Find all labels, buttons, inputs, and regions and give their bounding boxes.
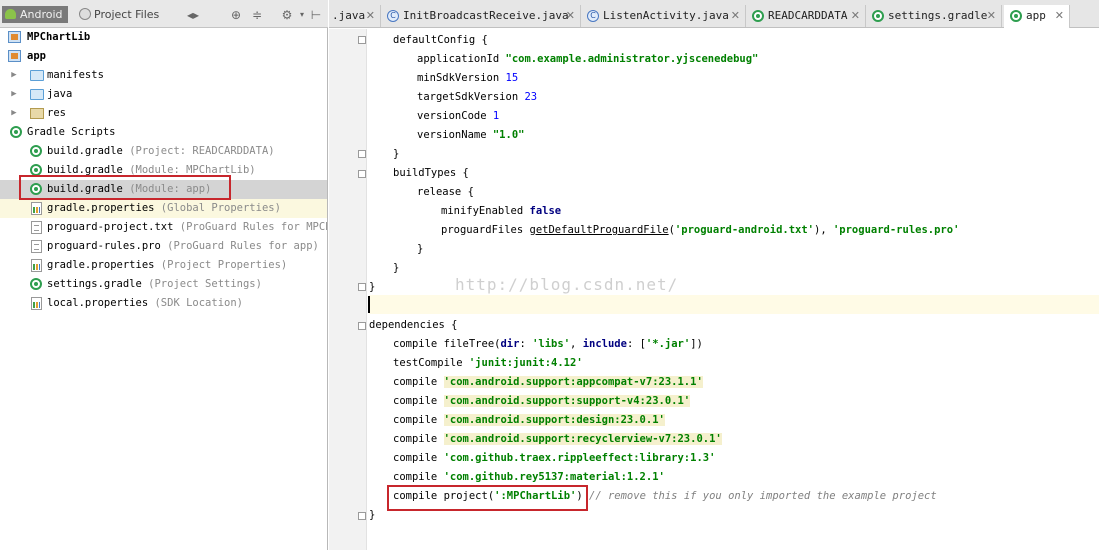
fold-marker-icon[interactable] (358, 150, 366, 158)
tree-item-local-properties[interactable]: local.properties (SDK Location) (0, 294, 327, 313)
folder-icon (30, 70, 44, 81)
fold-marker-icon[interactable] (358, 512, 366, 520)
close-icon[interactable]: ✕ (1055, 5, 1064, 27)
expand-arrow-icon[interactable]: ▶ (9, 104, 19, 123)
gradle-icon (10, 126, 22, 138)
code-line: } (369, 509, 376, 521)
tab-listen-activity[interactable]: C ListenActivity.java ✕ (581, 5, 746, 27)
tree-item-proguard-project[interactable]: proguard-project.txt (ProGuard Rules for… (0, 218, 327, 237)
code-line: versionName "1.0" (417, 129, 525, 141)
tree-item-res[interactable]: ▶ res (0, 104, 327, 123)
fold-marker-icon[interactable] (358, 283, 366, 291)
code-line: testCompile 'junit:junit:4.12' (393, 357, 583, 369)
code-line: } (393, 262, 400, 274)
gradle-icon (752, 10, 764, 22)
gear-icon[interactable]: ⚙ (280, 8, 294, 22)
project-panel: Android Project Files ◂▸ ⊕ ≑ ⚙ ▾ ⊢ MPCha… (0, 0, 328, 550)
res-folder-icon (30, 108, 44, 119)
code-line: proguardFiles getDefaultProguardFile('pr… (441, 224, 960, 236)
code-line: compile 'com.github.traex.rippleeffect:l… (393, 452, 716, 464)
tree-item-gradle-properties-project[interactable]: gradle.properties (Project Properties) (0, 256, 327, 275)
tree-item-mpchartlib[interactable]: MPChartLib (0, 28, 327, 47)
tab-init-broadcast-receive[interactable]: C InitBroadcastReceive.java ✕ (381, 5, 581, 27)
code-line: targetSdkVersion 23 (417, 91, 538, 103)
code-line: compile 'com.android.support:support-v4:… (393, 395, 691, 407)
expand-arrow-icon[interactable]: ▶ (9, 66, 19, 85)
file-icon (31, 221, 42, 234)
close-icon[interactable]: ✕ (851, 5, 860, 27)
current-line-highlight (369, 295, 1099, 314)
highlight-box (387, 485, 588, 511)
collapse-icon[interactable]: ≑ (250, 8, 264, 22)
tab-app[interactable]: app ✕ (1004, 5, 1070, 28)
code-editor[interactable]: http://blog.csdn.net/ defaultConfig { ap… (329, 29, 1099, 550)
code-line: minifyEnabled false (441, 205, 562, 217)
module-icon (8, 31, 21, 43)
tree-item-build-gradle-project[interactable]: build.gradle (Project: READCARDDATA) (0, 142, 327, 161)
text-caret (368, 296, 370, 313)
fold-marker-icon[interactable] (358, 322, 366, 330)
android-icon (5, 9, 16, 19)
gradle-icon (30, 145, 42, 157)
code-line: compile 'com.android.support:appcompat-v… (393, 376, 703, 388)
editor-tab-bar: .java ✕ C InitBroadcastReceive.java ✕ C … (329, 0, 1099, 28)
code-line: compile 'com.android.support:recyclervie… (393, 433, 722, 445)
file-icon (31, 240, 42, 253)
highlight-box (19, 175, 231, 200)
code-line: minSdkVersion 15 (417, 72, 519, 84)
properties-icon (31, 297, 42, 310)
close-icon[interactable]: ✕ (987, 5, 996, 27)
properties-icon (31, 259, 42, 272)
target-icon[interactable]: ⊕ (229, 8, 243, 22)
tree-item-java[interactable]: ▶ java (0, 85, 327, 104)
tree-item-manifests[interactable]: ▶ manifests (0, 66, 327, 85)
tab-android[interactable]: Android (2, 6, 68, 23)
close-icon[interactable]: ✕ (566, 5, 575, 27)
properties-icon (31, 202, 42, 215)
editor-gutter (329, 29, 367, 550)
tree-item-gradle-properties-global[interactable]: gradle.properties (Global Properties) (0, 199, 327, 218)
code-line: compile 'com.android.support:design:23.0… (393, 414, 665, 426)
gradle-icon (872, 10, 884, 22)
chevron-down-icon[interactable]: ▾ (295, 8, 309, 22)
tab-readcarddata[interactable]: READCARDDATA ✕ (746, 5, 866, 27)
fold-marker-icon[interactable] (358, 36, 366, 44)
tab-project-files[interactable]: Project Files (76, 6, 180, 23)
tree-item-proguard-rules[interactable]: proguard-rules.pro (ProGuard Rules for a… (0, 237, 327, 256)
gradle-icon (30, 278, 42, 290)
expand-arrow-icon[interactable]: ▶ (9, 85, 19, 104)
close-icon[interactable]: ✕ (731, 5, 740, 27)
code-line: } (417, 243, 424, 255)
class-icon: C (587, 10, 599, 22)
project-files-icon (79, 8, 91, 20)
code-line: compile fileTree(dir: 'libs', include: [… (393, 338, 703, 350)
code-line: buildTypes { (393, 167, 469, 179)
code-line: } (369, 281, 376, 293)
close-icon[interactable]: ✕ (366, 5, 375, 27)
tab-settings-gradle[interactable]: settings.gradle ✕ (866, 5, 1002, 27)
tree-item-app[interactable]: app (0, 47, 327, 66)
tab-java-file[interactable]: .java ✕ (329, 5, 381, 27)
code-line: applicationId "com.example.administrator… (417, 53, 759, 65)
code-line: versionCode 1 (417, 110, 500, 122)
module-icon (8, 50, 21, 62)
code-line: } (393, 148, 400, 160)
arrows-icon[interactable]: ◂▸ (186, 8, 200, 22)
hide-panel-icon[interactable]: ⊢ (309, 8, 323, 22)
gradle-icon (1010, 10, 1022, 22)
project-panel-toolbar: Android Project Files ◂▸ ⊕ ≑ ⚙ ▾ ⊢ (0, 0, 328, 28)
code-line: release { (417, 186, 474, 198)
code-line: dependencies { (369, 319, 458, 331)
fold-marker-icon[interactable] (358, 170, 366, 178)
tree-item-gradle-scripts[interactable]: Gradle Scripts (0, 123, 327, 142)
watermark: http://blog.csdn.net/ (455, 275, 679, 294)
tree-item-settings-gradle[interactable]: settings.gradle (Project Settings) (0, 275, 327, 294)
class-icon: C (387, 10, 399, 22)
code-line: defaultConfig { (393, 34, 488, 46)
folder-icon (30, 89, 44, 100)
